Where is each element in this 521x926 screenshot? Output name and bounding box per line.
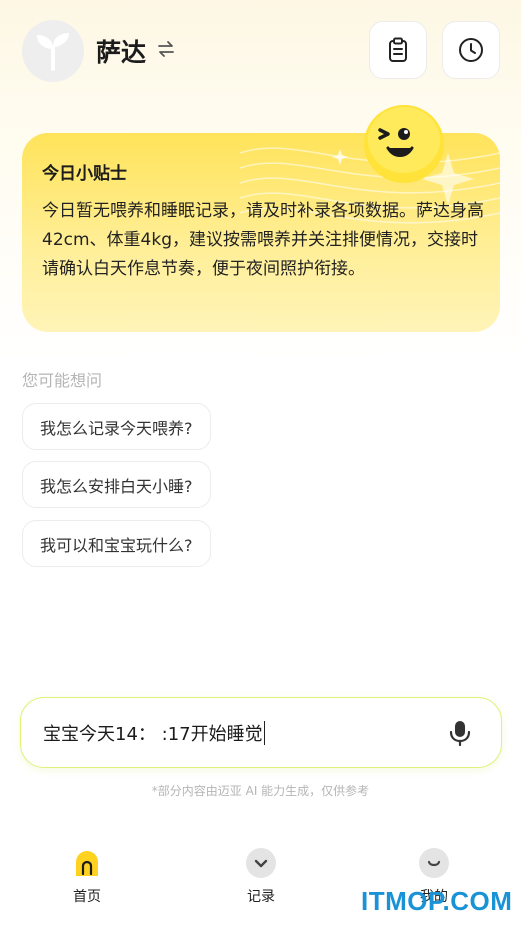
swap-arrows-icon[interactable] (156, 39, 176, 59)
text-caret (263, 721, 266, 745)
clock-icon (459, 38, 483, 62)
clipboard-button[interactable] (369, 21, 427, 79)
suggestion-chip[interactable]: 我怎么记录今天喂养? (22, 403, 211, 450)
tab-home[interactable]: 首页 (47, 848, 127, 906)
tab-records[interactable]: 记录 (221, 848, 301, 906)
tip-body: 今日暂无喂养和睡眠记录，请及时补录各项数据。萨达身高42cm、体重4kg，建议按… (42, 201, 484, 279)
mascot-icon (364, 105, 444, 183)
site-watermark: ITMOP.COM (361, 886, 513, 916)
avatar[interactable] (22, 20, 84, 82)
baby-name[interactable]: 萨达 (96, 33, 146, 69)
header: 萨达 (0, 0, 521, 100)
home-icon (76, 851, 98, 876)
sprout-icon (37, 33, 69, 71)
chat-input-field[interactable]: 宝宝今天14： :17开始睡觉 (43, 720, 266, 746)
history-button[interactable] (442, 21, 500, 79)
clipboard-icon (389, 37, 407, 62)
suggestions-label: 您可能想问 (22, 371, 103, 390)
tip-title: 今日小贴士 (42, 164, 127, 184)
tab-records-label: 记录 (247, 889, 275, 905)
chat-input-value: 宝宝今天14： :17开始睡觉 (43, 724, 263, 745)
suggestion-chip[interactable]: 我怎么安排白天小睡? (22, 461, 211, 508)
smile-icon (427, 860, 441, 867)
ai-disclaimer: *部分内容由迈亚 AI 能力生成，仅供参考 (151, 784, 370, 798)
chevron-down-icon (254, 859, 268, 868)
tab-home-label: 首页 (73, 889, 101, 905)
microphone-icon[interactable] (448, 719, 472, 747)
suggestion-chip[interactable]: 我可以和宝宝玩什么? (22, 520, 211, 567)
chat-input-box[interactable]: 宝宝今天14： :17开始睡觉 (20, 697, 502, 768)
